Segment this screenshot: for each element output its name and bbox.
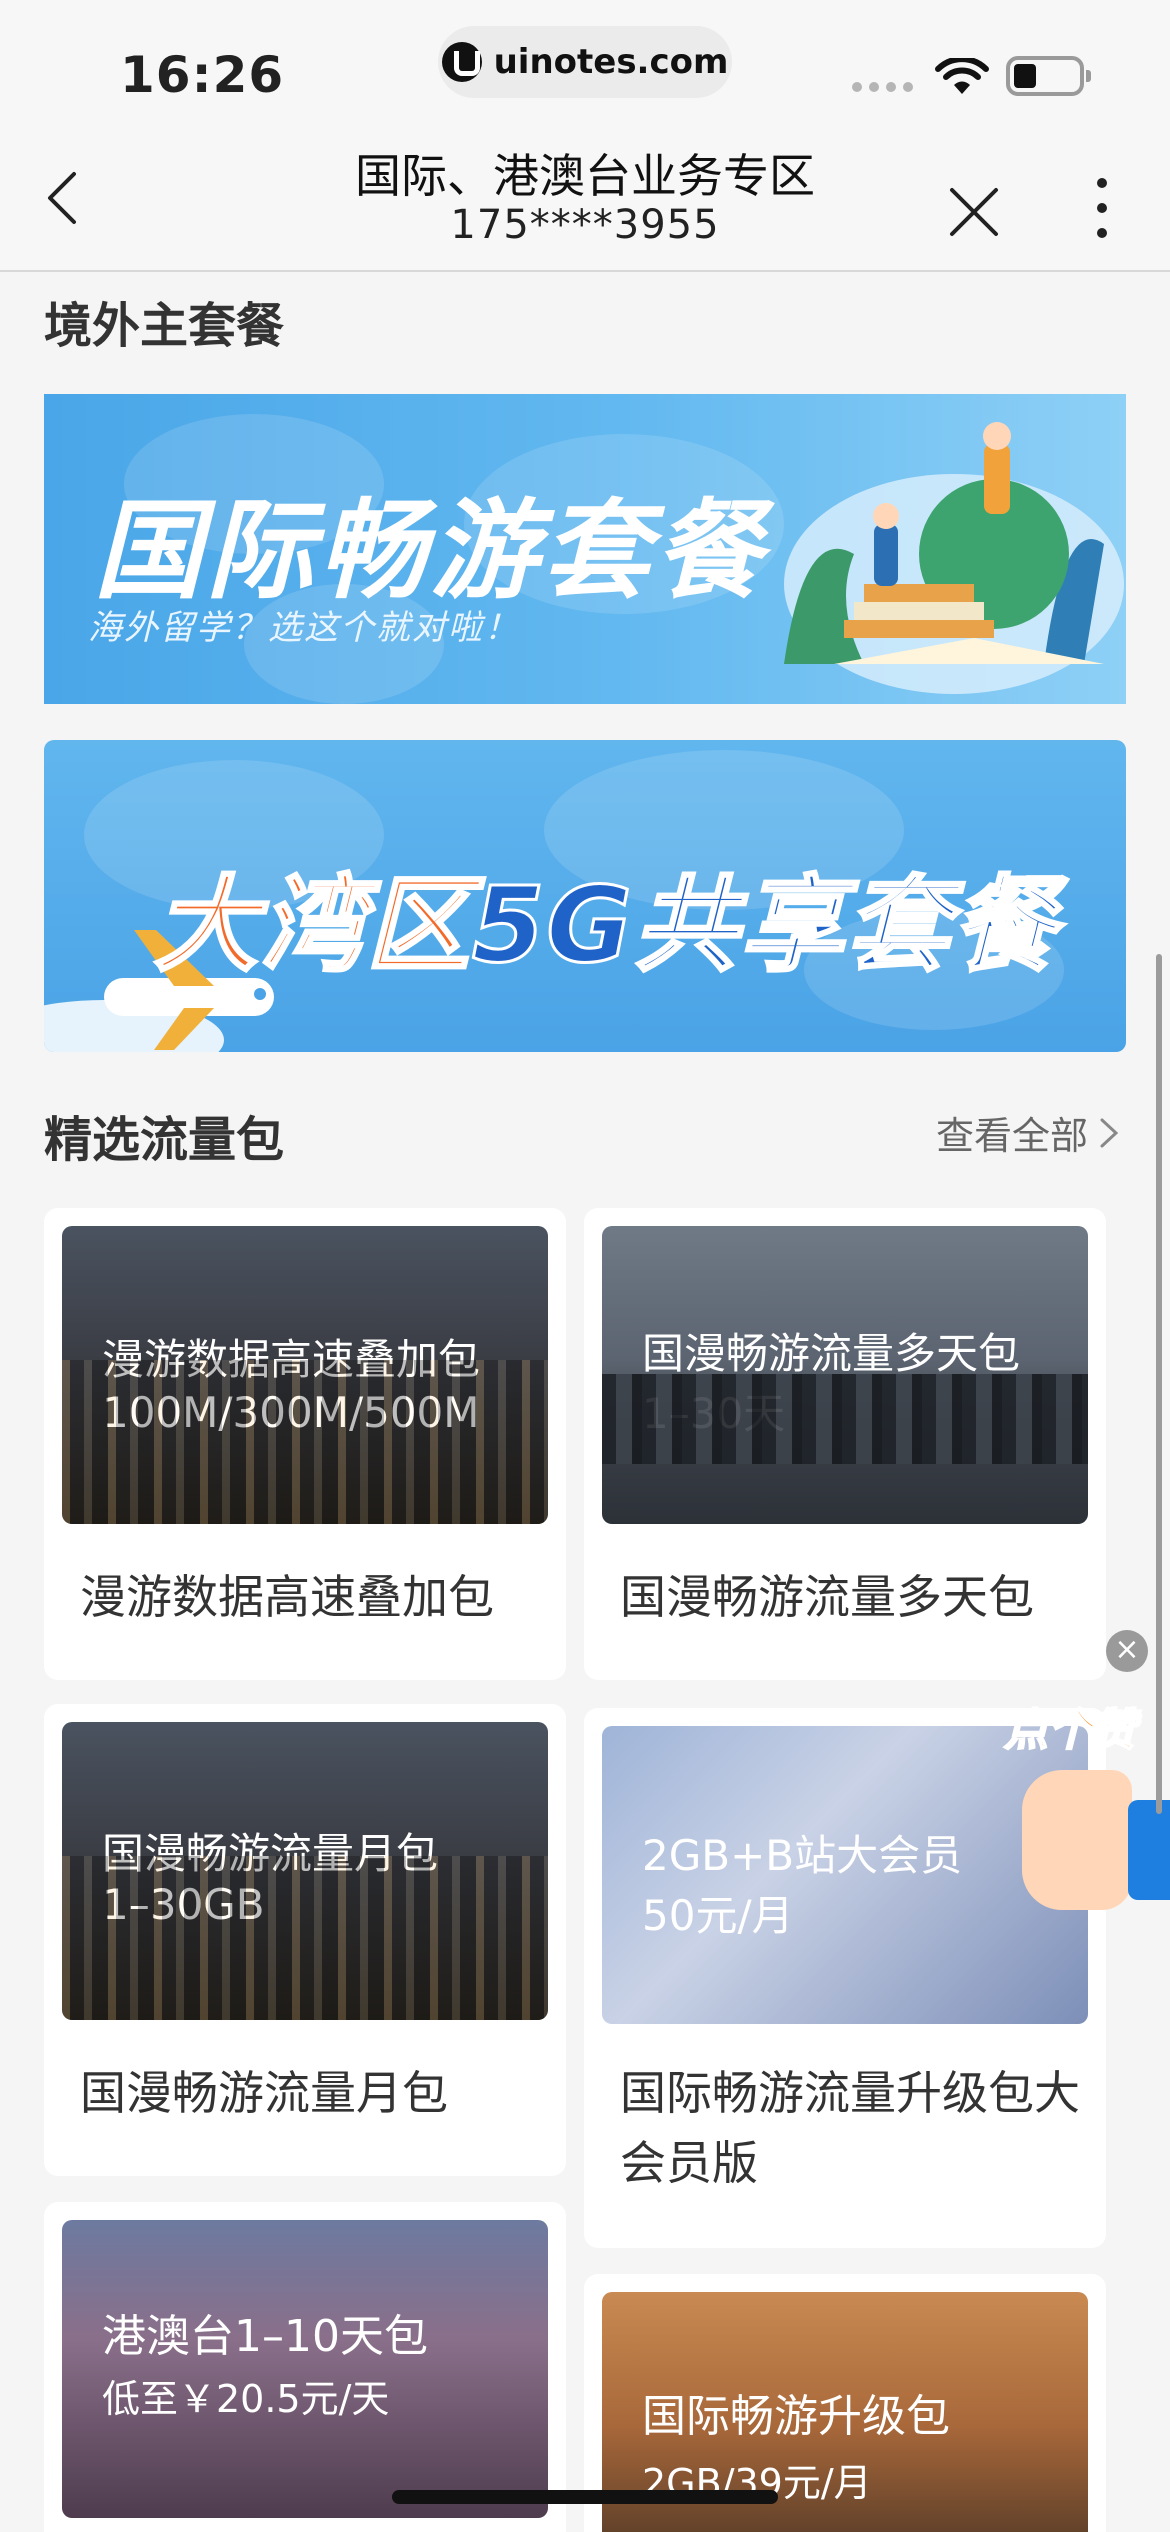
thumb-title: 国漫畅游流量月包 [102, 1829, 439, 1878]
view-all-link[interactable]: 查看全部 [936, 1105, 1120, 1160]
thumb-subtitle: 低至￥20.5元/天 [102, 2377, 390, 2421]
thumb-title: 港澳台1–10天包 [102, 2311, 428, 2362]
cellular-signal-icon [852, 82, 913, 92]
banner-subtitle: 海外留学？选这个就对啦！ [88, 608, 520, 648]
thumb-subtitle: 1–30天 [642, 1389, 786, 1438]
thumb-subtitle: 1–30GB [102, 1880, 265, 1929]
thumbs-up-icon [1022, 1770, 1132, 1910]
more-icon[interactable] [1090, 178, 1114, 238]
pack-name: 国漫畅游流量多天包 [620, 1570, 1034, 1624]
close-icon[interactable] [944, 182, 1004, 242]
like-widget[interactable]: 点个赞 [996, 1660, 1170, 1910]
thumb-title: 漫游数据高速叠加包 [102, 1335, 481, 1384]
scrollbar[interactable] [1156, 954, 1162, 1814]
status-time: 16:26 [120, 46, 285, 104]
pack-name: 国漫畅游流量月包 [80, 2066, 448, 2120]
pack-thumbnail: 港澳台1–10天包 低至￥20.5元/天 [62, 2220, 548, 2518]
view-all-label: 查看全部 [936, 1114, 1089, 1158]
pack-name: 漫游数据高速叠加包 [80, 1570, 494, 1624]
pack-card[interactable]: 国漫畅游流量月包 1–30GB 国漫畅游流量月包 [44, 1704, 566, 2176]
battery-icon [1006, 56, 1091, 96]
home-indicator [392, 2490, 778, 2504]
banner-title: 国际畅游套餐 [94, 489, 767, 614]
pack-card[interactable]: 国漫畅游流量多天包 1–30天 国漫畅游流量多天包 [584, 1208, 1106, 1680]
url-text: uinotes.com [493, 42, 729, 82]
banner-title: 大湾区5G共享套餐 [152, 863, 1058, 988]
pack-name: 国际畅游流量升级包大会员版 [620, 2066, 1080, 2190]
section-title-featured-packs: 精选流量包 [44, 1112, 285, 1168]
nav-bar: 国际、港澳台业务专区 175****3955 [0, 130, 1170, 272]
thumb-subtitle: 100M/300M/500M [102, 1388, 480, 1437]
banner-international-package[interactable]: 国际畅游套餐 海外留学？选这个就对啦！ [44, 394, 1126, 704]
like-text: 点个赞 [1003, 1704, 1137, 1757]
pack-card[interactable]: 港澳台1–10天包 低至￥20.5元/天 [44, 2202, 566, 2532]
wifi-icon [935, 58, 989, 94]
url-pill[interactable]: uinotes.com [438, 26, 732, 98]
thumb-title: 国漫畅游流量多天包 [642, 1329, 1021, 1378]
student-illustration-icon [784, 422, 1124, 694]
banner-greater-bay-area[interactable]: 大湾区5G共享套餐 [44, 740, 1126, 1052]
thumb-subtitle: 50元/月 [642, 1891, 794, 1940]
pack-thumbnail: 国漫畅游流量多天包 1–30天 [602, 1226, 1088, 1524]
status-bar: 16:26 uinotes.com [0, 0, 1170, 130]
thumb-title: 2GB+B站大会员 [642, 1831, 963, 1880]
pack-thumbnail: 国漫畅游流量月包 1–30GB [62, 1722, 548, 2020]
pack-card[interactable]: 漫游数据高速叠加包 100M/300M/500M 漫游数据高速叠加包 [44, 1208, 566, 1680]
chevron-right-icon [1100, 1118, 1119, 1147]
thumb-title: 国际畅游升级包 [642, 2391, 950, 2442]
pack-thumbnail: 漫游数据高速叠加包 100M/300M/500M [62, 1226, 548, 1524]
site-icon [441, 42, 482, 82]
section-title-main-packages: 境外主套餐 [44, 298, 285, 354]
